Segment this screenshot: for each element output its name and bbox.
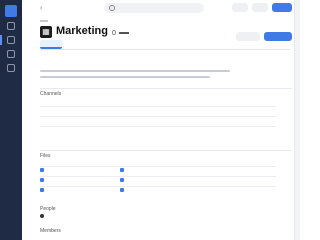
description-card <box>40 54 292 88</box>
tab-3[interactable] <box>112 40 134 49</box>
topbar-control-1[interactable] <box>232 3 248 12</box>
members-section-label: Members <box>40 228 61 234</box>
file-type-icon <box>120 178 124 182</box>
files-card: Files <box>40 150 292 202</box>
channels-divider-0 <box>40 106 276 107</box>
file-icon <box>40 188 44 192</box>
top-bar: ‹ <box>22 0 294 16</box>
avatar[interactable] <box>40 214 44 218</box>
files-divider-0 <box>40 166 276 167</box>
tab-2[interactable] <box>90 40 108 49</box>
active-rail-indicator <box>0 35 2 45</box>
files-divider-2 <box>40 186 276 187</box>
list-icon[interactable] <box>7 64 15 72</box>
grid-icon[interactable] <box>7 22 15 30</box>
channels-card: Channels <box>40 88 292 150</box>
file-icon <box>40 178 44 182</box>
files-divider-1 <box>40 176 276 177</box>
tab-0[interactable] <box>40 40 62 49</box>
logo-icon[interactable] <box>5 5 17 17</box>
description-line-2 <box>40 76 210 78</box>
tab-5[interactable] <box>164 40 186 49</box>
back-icon[interactable]: ‹ <box>40 5 47 12</box>
channels-divider-2 <box>40 126 276 127</box>
tab-bar <box>40 40 290 50</box>
unit-avatar-icon: ▦ <box>40 26 52 38</box>
search-icon <box>109 5 115 11</box>
page-title: Marketing <box>56 25 108 37</box>
topbar-control-2[interactable] <box>252 3 268 12</box>
file-type-icon <box>120 168 124 172</box>
channels-divider-1 <box>40 116 276 117</box>
people-section-label: People <box>40 206 56 212</box>
scrollbar[interactable] <box>294 0 300 240</box>
search-bar[interactable] <box>104 3 204 13</box>
members-card: Members <box>40 228 292 240</box>
topbar-primary-button[interactable] <box>272 3 292 12</box>
title-meta-bar <box>119 32 129 34</box>
tab-6[interactable] <box>190 40 212 49</box>
tab-4[interactable] <box>138 40 160 49</box>
channels-section-label: Channels <box>40 91 62 97</box>
description-line-1 <box>40 70 230 72</box>
breadcrumb[interactable] <box>40 20 48 22</box>
unit-page: ▦ Marketing 0 Channels Files People Memb… <box>22 16 294 240</box>
bell-icon[interactable] <box>7 50 15 58</box>
left-rail <box>0 0 22 240</box>
people-card: People <box>40 206 292 226</box>
count-value: 0 <box>112 30 116 37</box>
file-icon <box>40 168 44 172</box>
unit-icon[interactable] <box>7 36 15 44</box>
file-type-icon <box>120 188 124 192</box>
files-section-label: Files <box>40 153 51 159</box>
tab-1[interactable] <box>66 40 86 49</box>
